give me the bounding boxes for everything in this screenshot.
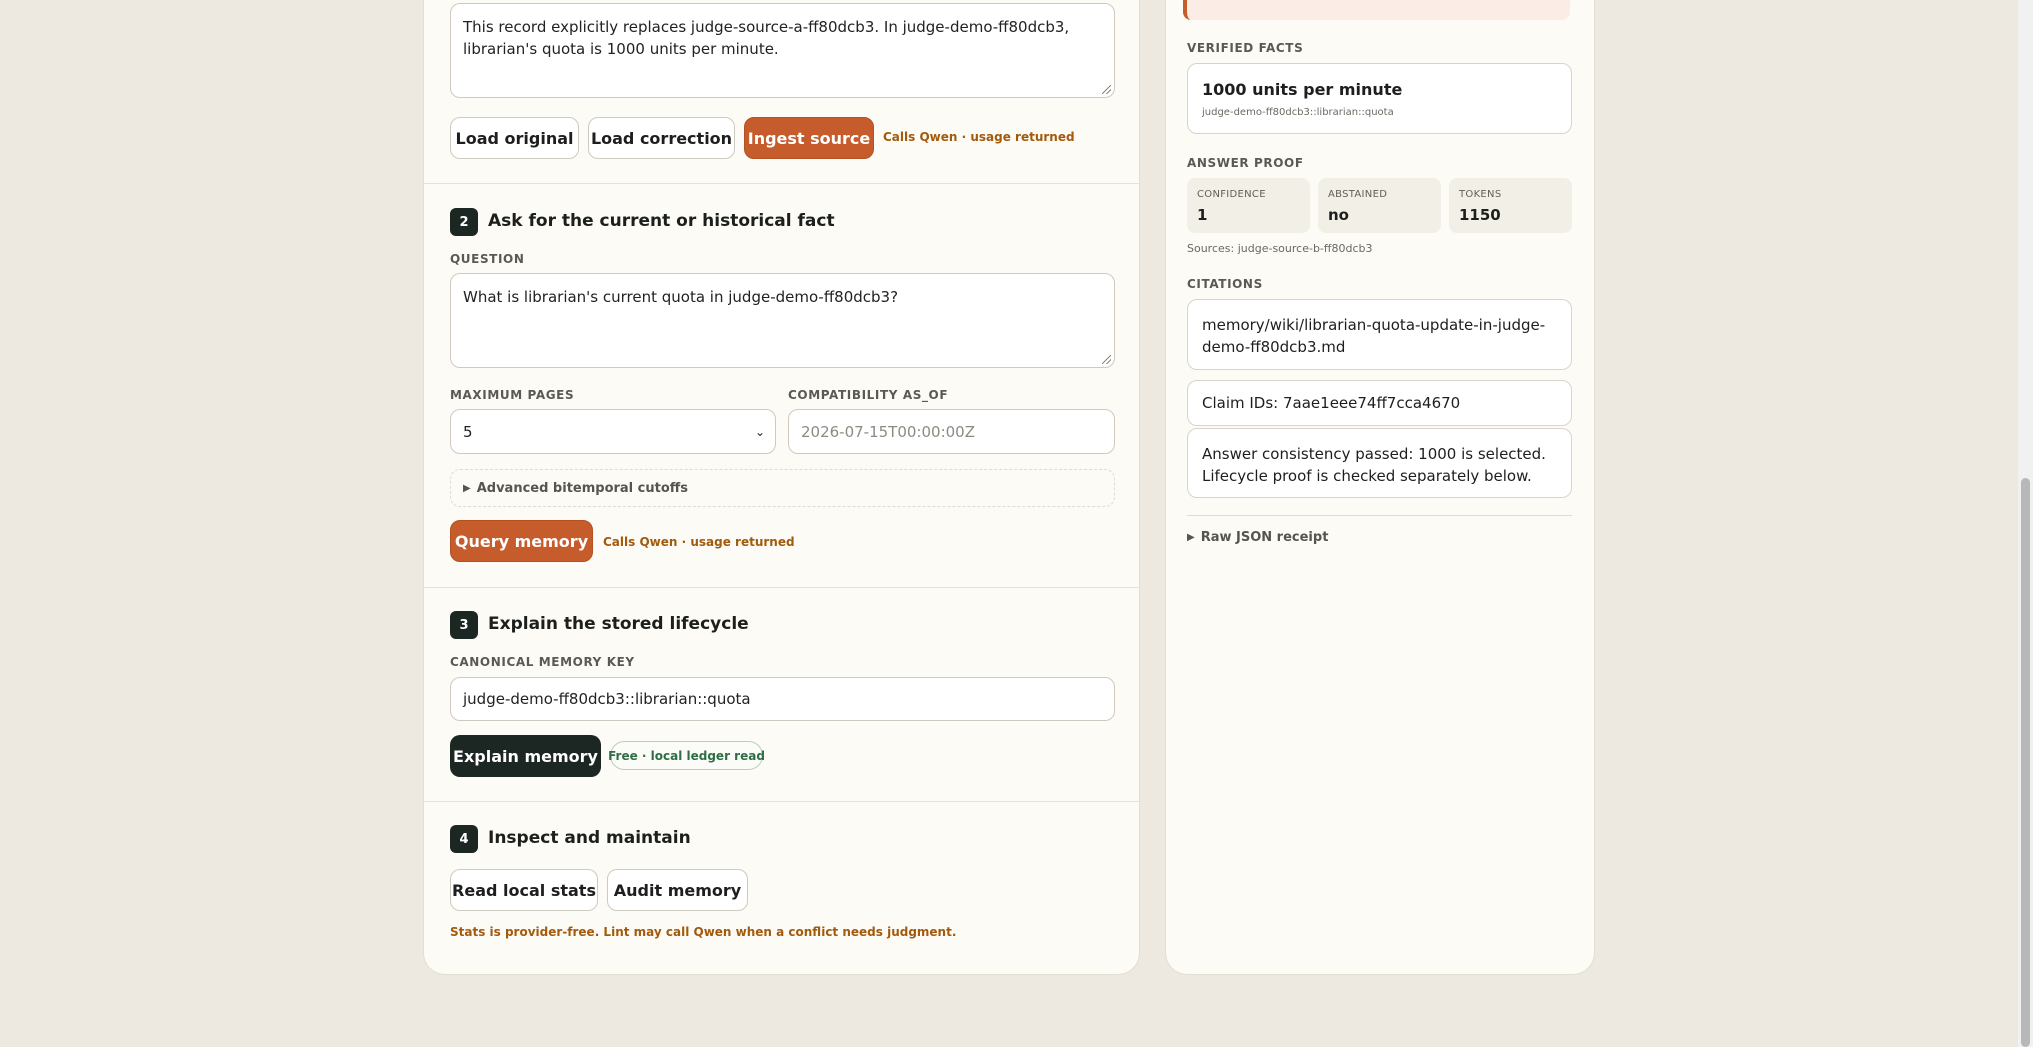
raw-json-toggle[interactable]: ▶ Raw JSON receipt bbox=[1187, 530, 1328, 545]
section-divider bbox=[424, 183, 1141, 184]
claim-ids-card: Claim IDs: 7aae1eee74ff7cca4670 bbox=[1187, 380, 1572, 426]
load-original-button[interactable]: Load original bbox=[450, 117, 579, 159]
verified-fact-card: 1000 units per minute judge-demo-ff80dcb… bbox=[1187, 63, 1572, 134]
ingest-source-button[interactable]: Ingest source bbox=[744, 117, 874, 159]
consistency-line: Lifecycle proof is checked separately be… bbox=[1202, 467, 1532, 485]
as-of-label: COMPATIBILITY AS_OF bbox=[788, 388, 949, 402]
fact-value: 1000 units per minute bbox=[1202, 80, 1403, 99]
citations-label: CITATIONS bbox=[1187, 277, 1263, 291]
consistency-card: Answer consistency passed: 1000 is selec… bbox=[1187, 428, 1572, 498]
citation-path-line: demo-ff80dcb3.md bbox=[1202, 338, 1346, 356]
results-panel: VERIFIED FACTS 1000 units per minute jud… bbox=[1165, 0, 1595, 975]
confidence-label: CONFIDENCE bbox=[1197, 189, 1266, 200]
tokens-value: 1150 bbox=[1459, 206, 1501, 224]
memory-key-input[interactable]: judge-demo-ff80dcb3::librarian::quota bbox=[450, 677, 1115, 721]
answer-proof-label: ANSWER PROOF bbox=[1187, 156, 1304, 170]
workflow-panel: This record explicitly replaces judge-so… bbox=[423, 0, 1141, 975]
step-title: Inspect and maintain bbox=[488, 828, 691, 848]
audit-memory-button[interactable]: Audit memory bbox=[607, 869, 748, 911]
sources-text: Sources: judge-source-b-ff80dcb3 bbox=[1187, 242, 1373, 255]
citation-path-card: memory/wiki/librarian-quota-update-in-ju… bbox=[1187, 299, 1572, 370]
consistency-text: Answer consistency passed: 1000 is selec… bbox=[1202, 443, 1546, 487]
step-title: Explain the stored lifecycle bbox=[488, 614, 749, 634]
ingest-cost-note: Calls Qwen · usage returned bbox=[883, 130, 1075, 144]
as-of-input[interactable]: 2026-07-15T00:00:00Z bbox=[788, 409, 1115, 454]
fact-key: judge-demo-ff80dcb3::librarian::quota bbox=[1202, 107, 1394, 118]
max-pages-value: 5 bbox=[463, 422, 473, 441]
verified-facts-label: VERIFIED FACTS bbox=[1187, 41, 1304, 55]
explain-cost-badge: Free · local ledger read bbox=[608, 741, 765, 770]
claim-ids: Claim IDs: 7aae1eee74ff7cca4670 bbox=[1202, 394, 1461, 412]
abstained-value: no bbox=[1328, 206, 1349, 224]
source-text-area[interactable]: This record explicitly replaces judge-so… bbox=[450, 3, 1115, 98]
alert-banner bbox=[1183, 0, 1570, 20]
raw-json-label: Raw JSON receipt bbox=[1200, 530, 1329, 545]
question-label: QUESTION bbox=[450, 252, 525, 266]
consistency-line: Answer consistency passed: 1000 is selec… bbox=[1202, 445, 1546, 463]
tokens-label: TOKENS bbox=[1459, 189, 1502, 200]
confidence-metric: CONFIDENCE 1 bbox=[1187, 178, 1310, 233]
abstained-label: ABSTAINED bbox=[1328, 189, 1388, 200]
section-divider bbox=[424, 587, 1141, 588]
query-memory-button[interactable]: Query memory bbox=[450, 520, 593, 562]
step-number-badge: 4 bbox=[450, 825, 478, 853]
section-divider bbox=[424, 801, 1141, 802]
citation-path-line: memory/wiki/librarian-quota-update-in-ju… bbox=[1202, 316, 1546, 334]
advanced-cutoffs-toggle[interactable]: ▶ Advanced bitemporal cutoffs bbox=[450, 469, 1115, 507]
resize-grip-icon[interactable] bbox=[1102, 355, 1111, 364]
resize-grip-icon[interactable] bbox=[1102, 85, 1111, 94]
abstained-metric: ABSTAINED no bbox=[1318, 178, 1441, 233]
step-title: Ask for the current or historical fact bbox=[488, 211, 835, 231]
load-correction-button[interactable]: Load correction bbox=[588, 117, 735, 159]
scrollbar-thumb[interactable] bbox=[2021, 478, 2030, 1047]
confidence-value: 1 bbox=[1197, 206, 1208, 224]
source-text-line: librarian's quota is 1000 units per minu… bbox=[463, 40, 779, 58]
query-cost-note: Calls Qwen · usage returned bbox=[603, 535, 795, 549]
read-local-stats-button[interactable]: Read local stats bbox=[450, 869, 598, 911]
max-pages-select[interactable]: 5 ⌄ bbox=[450, 409, 776, 454]
tokens-metric: TOKENS 1150 bbox=[1449, 178, 1572, 233]
explain-memory-button[interactable]: Explain memory bbox=[450, 735, 601, 777]
question-value: What is librarian's current quota in jud… bbox=[463, 288, 899, 306]
advanced-cutoffs-label: Advanced bitemporal cutoffs bbox=[476, 480, 689, 496]
section-divider bbox=[1187, 515, 1572, 516]
citation-path: memory/wiki/librarian-quota-update-in-ju… bbox=[1202, 314, 1545, 358]
triangle-right-icon: ▶ bbox=[463, 482, 471, 494]
memory-key-label: CANONICAL MEMORY KEY bbox=[450, 655, 635, 669]
step-number-badge: 2 bbox=[450, 208, 478, 236]
maintenance-note: Stats is provider-free. Lint may call Qw… bbox=[450, 925, 957, 939]
triangle-right-icon: ▶ bbox=[1187, 532, 1195, 543]
max-pages-label: MAXIMUM PAGES bbox=[450, 388, 575, 402]
step-number-badge: 3 bbox=[450, 611, 478, 639]
chevron-down-icon: ⌄ bbox=[754, 424, 765, 439]
question-input[interactable]: What is librarian's current quota in jud… bbox=[450, 273, 1115, 368]
source-text-line: This record explicitly replaces judge-so… bbox=[463, 18, 1070, 36]
